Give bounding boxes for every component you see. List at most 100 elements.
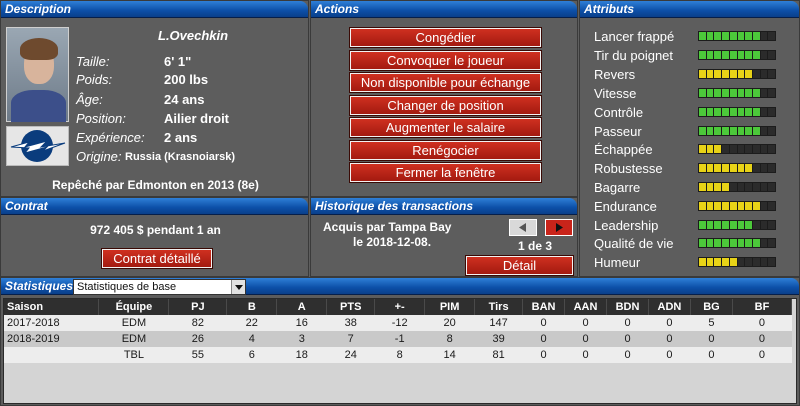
attribute-row: Humeur bbox=[580, 253, 795, 272]
transactions-header: Historique des transactions bbox=[311, 198, 577, 215]
renegotiate-button[interactable]: Renégocier bbox=[349, 140, 542, 161]
table-cell: 0 bbox=[606, 331, 649, 347]
attribute-name: Humeur bbox=[594, 255, 641, 270]
table-cell: 39 bbox=[474, 331, 523, 347]
table-cell: -1 bbox=[374, 331, 425, 347]
arrow-left-icon bbox=[519, 223, 526, 232]
stats-column-header[interactable]: Tirs bbox=[474, 299, 524, 315]
attribute-rating-bar bbox=[698, 201, 776, 211]
not-available-trade-button[interactable]: Non disponible pour échange bbox=[349, 72, 542, 93]
table-cell: 16 bbox=[276, 315, 327, 331]
team-logo bbox=[6, 126, 69, 166]
attribute-row: Lancer frappé bbox=[580, 27, 795, 46]
table-cell: 0 bbox=[648, 347, 691, 363]
stats-column-header[interactable]: ADN bbox=[648, 299, 691, 315]
table-cell: EDM bbox=[98, 315, 169, 331]
table-cell: 20 bbox=[424, 315, 475, 331]
summon-player-button[interactable]: Convoquer le joueur bbox=[349, 50, 542, 71]
attribute-rating-bar bbox=[698, 69, 776, 79]
transaction-line-1: Acquis par Tampa Bay bbox=[323, 220, 452, 234]
raise-salary-button[interactable]: Augmenter le salaire bbox=[349, 117, 542, 138]
attribute-rating-bar bbox=[698, 107, 776, 117]
stats-column-header[interactable]: Saison bbox=[4, 299, 100, 315]
fire-button[interactable]: Congédier bbox=[349, 27, 542, 48]
player-photo bbox=[6, 27, 69, 122]
table-cell: 0 bbox=[564, 331, 607, 347]
attribute-rating-bar bbox=[698, 31, 776, 41]
table-row[interactable]: 2018-2019 EDM 26 4 3 7 -1 8 39 0 0 0 0 0 0 bbox=[4, 331, 792, 347]
table-cell: 0 bbox=[606, 315, 649, 331]
attribute-row: Qualité de vie bbox=[580, 234, 795, 253]
table-cell: EDM bbox=[98, 331, 169, 347]
stats-column-header[interactable]: PTS bbox=[326, 299, 376, 315]
stats-column-header[interactable]: PIM bbox=[424, 299, 476, 315]
stats-column-header[interactable]: BF bbox=[732, 299, 793, 315]
stats-column-header[interactable]: BDN bbox=[606, 299, 649, 315]
attribute-name: Bagarre bbox=[594, 180, 641, 195]
attribute-name: Revers bbox=[594, 67, 636, 82]
change-position-button[interactable]: Changer de position bbox=[349, 95, 542, 116]
table-cell: 7 bbox=[326, 331, 375, 347]
close-window-button[interactable]: Fermer la fenêtre bbox=[349, 162, 542, 183]
attribute-name: Contrôle bbox=[594, 105, 644, 120]
transaction-page-indicator: 1 de 3 bbox=[518, 239, 553, 253]
stats-column-header[interactable]: BG bbox=[690, 299, 733, 315]
table-row[interactable]: TBL 55 6 18 24 8 14 81 0 0 0 0 0 0 bbox=[4, 347, 792, 363]
description-panel: Description L.Ovechkin Taille: 6' 1" Poid… bbox=[0, 0, 309, 197]
actions-panel: Actions Congédier Convoquer le joueur No… bbox=[310, 0, 578, 197]
contract-panel: Contrat 972 405 $ pendant 1 an Contrat d… bbox=[0, 197, 309, 277]
stats-column-header[interactable]: A bbox=[276, 299, 328, 315]
table-cell: 38 bbox=[326, 315, 375, 331]
arrow-right-icon bbox=[556, 223, 563, 232]
chevron-down-icon bbox=[235, 285, 243, 290]
description-header: Description bbox=[1, 1, 308, 18]
player-name: L.Ovechkin bbox=[158, 28, 229, 43]
attribute-name: Robustesse bbox=[594, 161, 663, 176]
table-cell: 0 bbox=[732, 347, 792, 363]
table-cell: 0 bbox=[732, 315, 792, 331]
dropdown-arrow-button[interactable] bbox=[231, 280, 245, 294]
attribute-name: Qualité de vie bbox=[594, 236, 674, 251]
next-transaction-button[interactable] bbox=[545, 219, 573, 236]
table-cell: 5 bbox=[690, 315, 733, 331]
table-cell: 0 bbox=[564, 315, 607, 331]
transaction-detail-button[interactable]: Détail bbox=[465, 255, 574, 276]
stats-column-header[interactable]: AAN bbox=[564, 299, 608, 315]
table-cell: 4 bbox=[226, 331, 277, 347]
attribute-rating-bar bbox=[698, 50, 776, 60]
table-cell: 81 bbox=[474, 347, 523, 363]
detailed-contract-button[interactable]: Contrat détaillé bbox=[101, 248, 213, 269]
stats-column-header[interactable]: PJ bbox=[168, 299, 228, 315]
stats-column-header[interactable]: Équipe bbox=[98, 299, 170, 315]
stats-column-header[interactable]: B bbox=[226, 299, 278, 315]
table-cell: 147 bbox=[474, 315, 523, 331]
attribute-row: Tir du poignet bbox=[580, 46, 795, 65]
attribute-name: Leadership bbox=[594, 218, 659, 233]
prev-transaction-button[interactable] bbox=[509, 219, 537, 236]
table-cell: 24 bbox=[326, 347, 375, 363]
attributes-header: Attributs bbox=[580, 1, 799, 18]
attribute-name: Passeur bbox=[594, 124, 642, 139]
stats-table: Saison Équipe PJ B A PTS +- PIM Tirs BAN AAN BDN ADN… bbox=[4, 299, 793, 363]
attribute-row: Échappée bbox=[580, 140, 795, 159]
table-cell: TBL bbox=[98, 347, 169, 363]
stats-view-select[interactable]: Statistiques de base bbox=[73, 279, 246, 295]
attribute-row: Passeur bbox=[580, 122, 795, 141]
table-cell: 6 bbox=[226, 347, 277, 363]
table-cell: 0 bbox=[522, 331, 565, 347]
stats-column-header[interactable]: BAN bbox=[522, 299, 566, 315]
table-cell: 55 bbox=[168, 347, 227, 363]
stats-column-header[interactable]: +- bbox=[374, 299, 426, 315]
table-cell: 0 bbox=[690, 331, 733, 347]
table-row[interactable]: 2017-2018 EDM 82 22 16 38 -12 20 147 0 0 0 0 5 0 bbox=[4, 315, 792, 331]
table-cell: 2017-2018 bbox=[4, 315, 99, 331]
table-cell: -12 bbox=[374, 315, 425, 331]
attribute-rating-bar bbox=[698, 126, 776, 136]
table-cell: 26 bbox=[168, 331, 227, 347]
attribute-rating-bar bbox=[698, 182, 776, 192]
attribute-rating-bar bbox=[698, 257, 776, 267]
table-cell: 22 bbox=[226, 315, 277, 331]
table-cell: 82 bbox=[168, 315, 227, 331]
attribute-name: Échappée bbox=[594, 142, 653, 157]
table-cell: 0 bbox=[564, 347, 607, 363]
